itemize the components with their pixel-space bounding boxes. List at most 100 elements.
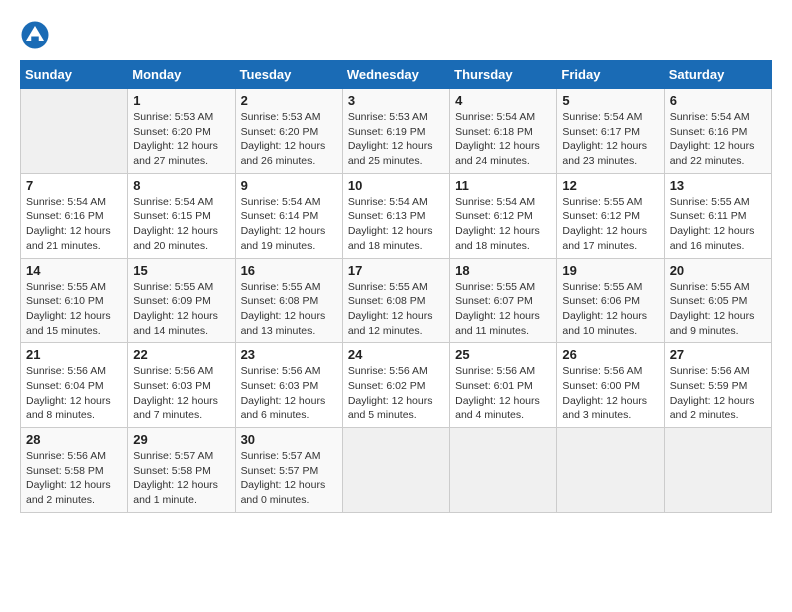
calendar-cell: 1 Sunrise: 5:53 AM Sunset: 6:20 PM Daylig… xyxy=(128,89,235,174)
day-info: Sunrise: 5:53 AM Sunset: 6:20 PM Dayligh… xyxy=(241,110,337,169)
calendar-cell xyxy=(342,428,449,513)
calendar-header-row: SundayMondayTuesdayWednesdayThursdayFrid… xyxy=(21,61,772,89)
day-info: Sunrise: 5:55 AM Sunset: 6:08 PM Dayligh… xyxy=(348,280,444,339)
day-info: Sunrise: 5:56 AM Sunset: 6:02 PM Dayligh… xyxy=(348,364,444,423)
calendar-cell: 3 Sunrise: 5:53 AM Sunset: 6:19 PM Daylig… xyxy=(342,89,449,174)
day-info: Sunrise: 5:55 AM Sunset: 6:10 PM Dayligh… xyxy=(26,280,122,339)
day-info: Sunrise: 5:56 AM Sunset: 6:01 PM Dayligh… xyxy=(455,364,551,423)
day-number: 13 xyxy=(670,178,766,193)
day-number: 7 xyxy=(26,178,122,193)
day-number: 1 xyxy=(133,93,229,108)
calendar-cell xyxy=(664,428,771,513)
day-info: Sunrise: 5:54 AM Sunset: 6:16 PM Dayligh… xyxy=(26,195,122,254)
calendar-cell xyxy=(21,89,128,174)
header-tuesday: Tuesday xyxy=(235,61,342,89)
logo xyxy=(20,20,54,50)
calendar-cell: 12 Sunrise: 5:55 AM Sunset: 6:12 PM Dayli… xyxy=(557,173,664,258)
calendar-cell: 17 Sunrise: 5:55 AM Sunset: 6:08 PM Dayli… xyxy=(342,258,449,343)
calendar-cell: 22 Sunrise: 5:56 AM Sunset: 6:03 PM Dayli… xyxy=(128,343,235,428)
day-number: 10 xyxy=(348,178,444,193)
calendar-cell: 6 Sunrise: 5:54 AM Sunset: 6:16 PM Daylig… xyxy=(664,89,771,174)
day-info: Sunrise: 5:54 AM Sunset: 6:12 PM Dayligh… xyxy=(455,195,551,254)
day-info: Sunrise: 5:53 AM Sunset: 6:19 PM Dayligh… xyxy=(348,110,444,169)
calendar-cell: 16Sunrise: 5:55 AM Sunset: 6:08 PM Dayli… xyxy=(235,258,342,343)
day-number: 22 xyxy=(133,347,229,362)
calendar-cell: 28 Sunrise: 5:56 AM Sunset: 5:58 PM Dayli… xyxy=(21,428,128,513)
calendar-cell: 26 Sunrise: 5:56 AM Sunset: 6:00 PM Dayli… xyxy=(557,343,664,428)
calendar-cell: 24Sunrise: 5:56 AM Sunset: 6:02 PM Dayli… xyxy=(342,343,449,428)
calendar-cell: 23 Sunrise: 5:56 AM Sunset: 6:03 PM Dayli… xyxy=(235,343,342,428)
calendar-week-row: 14 Sunrise: 5:55 AM Sunset: 6:10 PM Dayli… xyxy=(21,258,772,343)
day-number: 6 xyxy=(670,93,766,108)
day-number: 30 xyxy=(241,432,337,447)
header-sunday: Sunday xyxy=(21,61,128,89)
day-number: 27 xyxy=(670,347,766,362)
calendar-cell xyxy=(450,428,557,513)
calendar-cell: 21 Sunrise: 5:56 AM Sunset: 6:04 PM Dayli… xyxy=(21,343,128,428)
calendar-cell: 5 Sunrise: 5:54 AM Sunset: 6:17 PM Daylig… xyxy=(557,89,664,174)
calendar-cell: 11 Sunrise: 5:54 AM Sunset: 6:12 PM Dayli… xyxy=(450,173,557,258)
day-info: Sunrise: 5:56 AM Sunset: 5:58 PM Dayligh… xyxy=(26,449,122,508)
day-number: 20 xyxy=(670,263,766,278)
day-number: 23 xyxy=(241,347,337,362)
calendar-cell: 14 Sunrise: 5:55 AM Sunset: 6:10 PM Dayli… xyxy=(21,258,128,343)
day-number: 29 xyxy=(133,432,229,447)
day-number: 18 xyxy=(455,263,551,278)
day-info: Sunrise: 5:55 AM Sunset: 6:08 PM Dayligh… xyxy=(241,280,337,339)
day-number: 21 xyxy=(26,347,122,362)
calendar-cell: 9 Sunrise: 5:54 AM Sunset: 6:14 PM Daylig… xyxy=(235,173,342,258)
day-number: 9 xyxy=(241,178,337,193)
calendar-cell: 25 Sunrise: 5:56 AM Sunset: 6:01 PM Dayli… xyxy=(450,343,557,428)
day-number: 14 xyxy=(26,263,122,278)
header-friday: Friday xyxy=(557,61,664,89)
day-info: Sunrise: 5:54 AM Sunset: 6:14 PM Dayligh… xyxy=(241,195,337,254)
calendar-week-row: 21 Sunrise: 5:56 AM Sunset: 6:04 PM Dayli… xyxy=(21,343,772,428)
header-wednesday: Wednesday xyxy=(342,61,449,89)
day-info: Sunrise: 5:55 AM Sunset: 6:07 PM Dayligh… xyxy=(455,280,551,339)
day-number: 8 xyxy=(133,178,229,193)
day-number: 26 xyxy=(562,347,658,362)
day-info: Sunrise: 5:56 AM Sunset: 6:04 PM Dayligh… xyxy=(26,364,122,423)
calendar-cell: 13 Sunrise: 5:55 AM Sunset: 6:11 PM Dayli… xyxy=(664,173,771,258)
calendar-cell: 4 Sunrise: 5:54 AM Sunset: 6:18 PM Daylig… xyxy=(450,89,557,174)
day-number: 12 xyxy=(562,178,658,193)
day-info: Sunrise: 5:54 AM Sunset: 6:13 PM Dayligh… xyxy=(348,195,444,254)
day-info: Sunrise: 5:54 AM Sunset: 6:17 PM Dayligh… xyxy=(562,110,658,169)
day-info: Sunrise: 5:56 AM Sunset: 6:03 PM Dayligh… xyxy=(133,364,229,423)
calendar-table: SundayMondayTuesdayWednesdayThursdayFrid… xyxy=(20,60,772,513)
day-info: Sunrise: 5:55 AM Sunset: 6:12 PM Dayligh… xyxy=(562,195,658,254)
calendar-cell: 20 Sunrise: 5:55 AM Sunset: 6:05 PM Dayli… xyxy=(664,258,771,343)
calendar-week-row: 7 Sunrise: 5:54 AM Sunset: 6:16 PM Daylig… xyxy=(21,173,772,258)
calendar-cell: 7 Sunrise: 5:54 AM Sunset: 6:16 PM Daylig… xyxy=(21,173,128,258)
day-info: Sunrise: 5:57 AM Sunset: 5:58 PM Dayligh… xyxy=(133,449,229,508)
day-info: Sunrise: 5:54 AM Sunset: 6:16 PM Dayligh… xyxy=(670,110,766,169)
header-thursday: Thursday xyxy=(450,61,557,89)
day-number: 4 xyxy=(455,93,551,108)
day-info: Sunrise: 5:57 AM Sunset: 5:57 PM Dayligh… xyxy=(241,449,337,508)
day-info: Sunrise: 5:53 AM Sunset: 6:20 PM Dayligh… xyxy=(133,110,229,169)
day-info: Sunrise: 5:55 AM Sunset: 6:05 PM Dayligh… xyxy=(670,280,766,339)
day-number: 11 xyxy=(455,178,551,193)
day-number: 17 xyxy=(348,263,444,278)
day-number: 19 xyxy=(562,263,658,278)
day-number: 28 xyxy=(26,432,122,447)
calendar-cell: 2Sunrise: 5:53 AM Sunset: 6:20 PM Daylig… xyxy=(235,89,342,174)
logo-icon xyxy=(20,20,50,50)
day-info: Sunrise: 5:55 AM Sunset: 6:11 PM Dayligh… xyxy=(670,195,766,254)
calendar-cell: 15 Sunrise: 5:55 AM Sunset: 6:09 PM Dayli… xyxy=(128,258,235,343)
day-info: Sunrise: 5:56 AM Sunset: 6:03 PM Dayligh… xyxy=(241,364,337,423)
calendar-cell: 30 Sunrise: 5:57 AM Sunset: 5:57 PM Dayli… xyxy=(235,428,342,513)
day-info: Sunrise: 5:54 AM Sunset: 6:18 PM Dayligh… xyxy=(455,110,551,169)
header-saturday: Saturday xyxy=(664,61,771,89)
calendar-cell: 10 Sunrise: 5:54 AM Sunset: 6:13 PM Dayli… xyxy=(342,173,449,258)
day-number: 15 xyxy=(133,263,229,278)
calendar-week-row: 1 Sunrise: 5:53 AM Sunset: 6:20 PM Daylig… xyxy=(21,89,772,174)
day-info: Sunrise: 5:55 AM Sunset: 6:09 PM Dayligh… xyxy=(133,280,229,339)
calendar-cell xyxy=(557,428,664,513)
day-info: Sunrise: 5:56 AM Sunset: 6:00 PM Dayligh… xyxy=(562,364,658,423)
calendar-cell: 29 Sunrise: 5:57 AM Sunset: 5:58 PM Dayli… xyxy=(128,428,235,513)
day-info: Sunrise: 5:55 AM Sunset: 6:06 PM Dayligh… xyxy=(562,280,658,339)
day-number: 5 xyxy=(562,93,658,108)
day-number: 3 xyxy=(348,93,444,108)
day-number: 25 xyxy=(455,347,551,362)
